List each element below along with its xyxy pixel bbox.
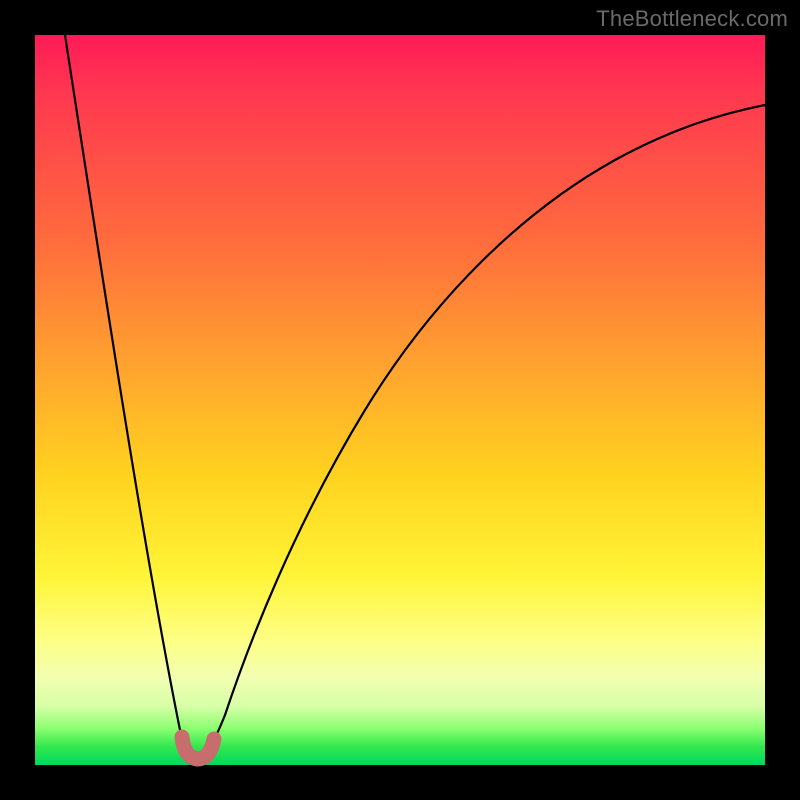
- watermark-text: TheBottleneck.com: [596, 6, 788, 32]
- curve-right-branch: [205, 105, 765, 755]
- plot-area: [35, 35, 765, 765]
- valley-marker-icon: [182, 737, 214, 759]
- chart-frame: TheBottleneck.com: [0, 0, 800, 800]
- curve-left-branch: [65, 35, 190, 755]
- curve-layer: [35, 35, 765, 765]
